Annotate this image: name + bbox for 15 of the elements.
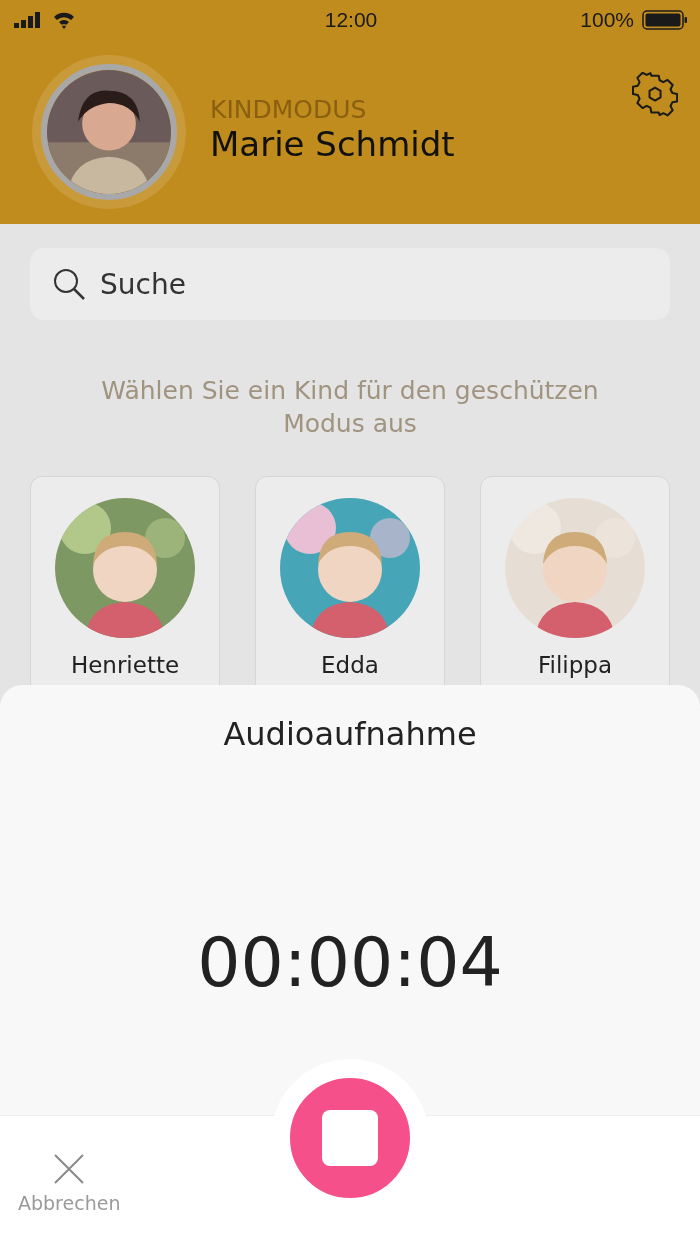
settings-icon[interactable] <box>632 72 678 118</box>
battery-percent: 100% <box>580 8 634 32</box>
user-name: Marie Schmidt <box>210 123 456 164</box>
status-time: 12:00 <box>324 8 378 32</box>
child-name: Edda <box>321 652 379 678</box>
instruction-text: Wählen Sie ein Kind für den geschützen Modus aus <box>100 375 600 440</box>
close-icon <box>52 1152 87 1186</box>
wifi-icon <box>52 11 76 29</box>
sheet-title: Audioaufnahme <box>223 715 477 753</box>
stop-icon <box>322 1110 378 1166</box>
child-name: Henriette <box>70 652 180 678</box>
battery-icon <box>642 10 688 30</box>
recording-timer: 00:00:04 <box>197 923 503 1002</box>
search-field[interactable]: Suche <box>30 248 670 320</box>
child-name: Filippa <box>538 652 612 678</box>
